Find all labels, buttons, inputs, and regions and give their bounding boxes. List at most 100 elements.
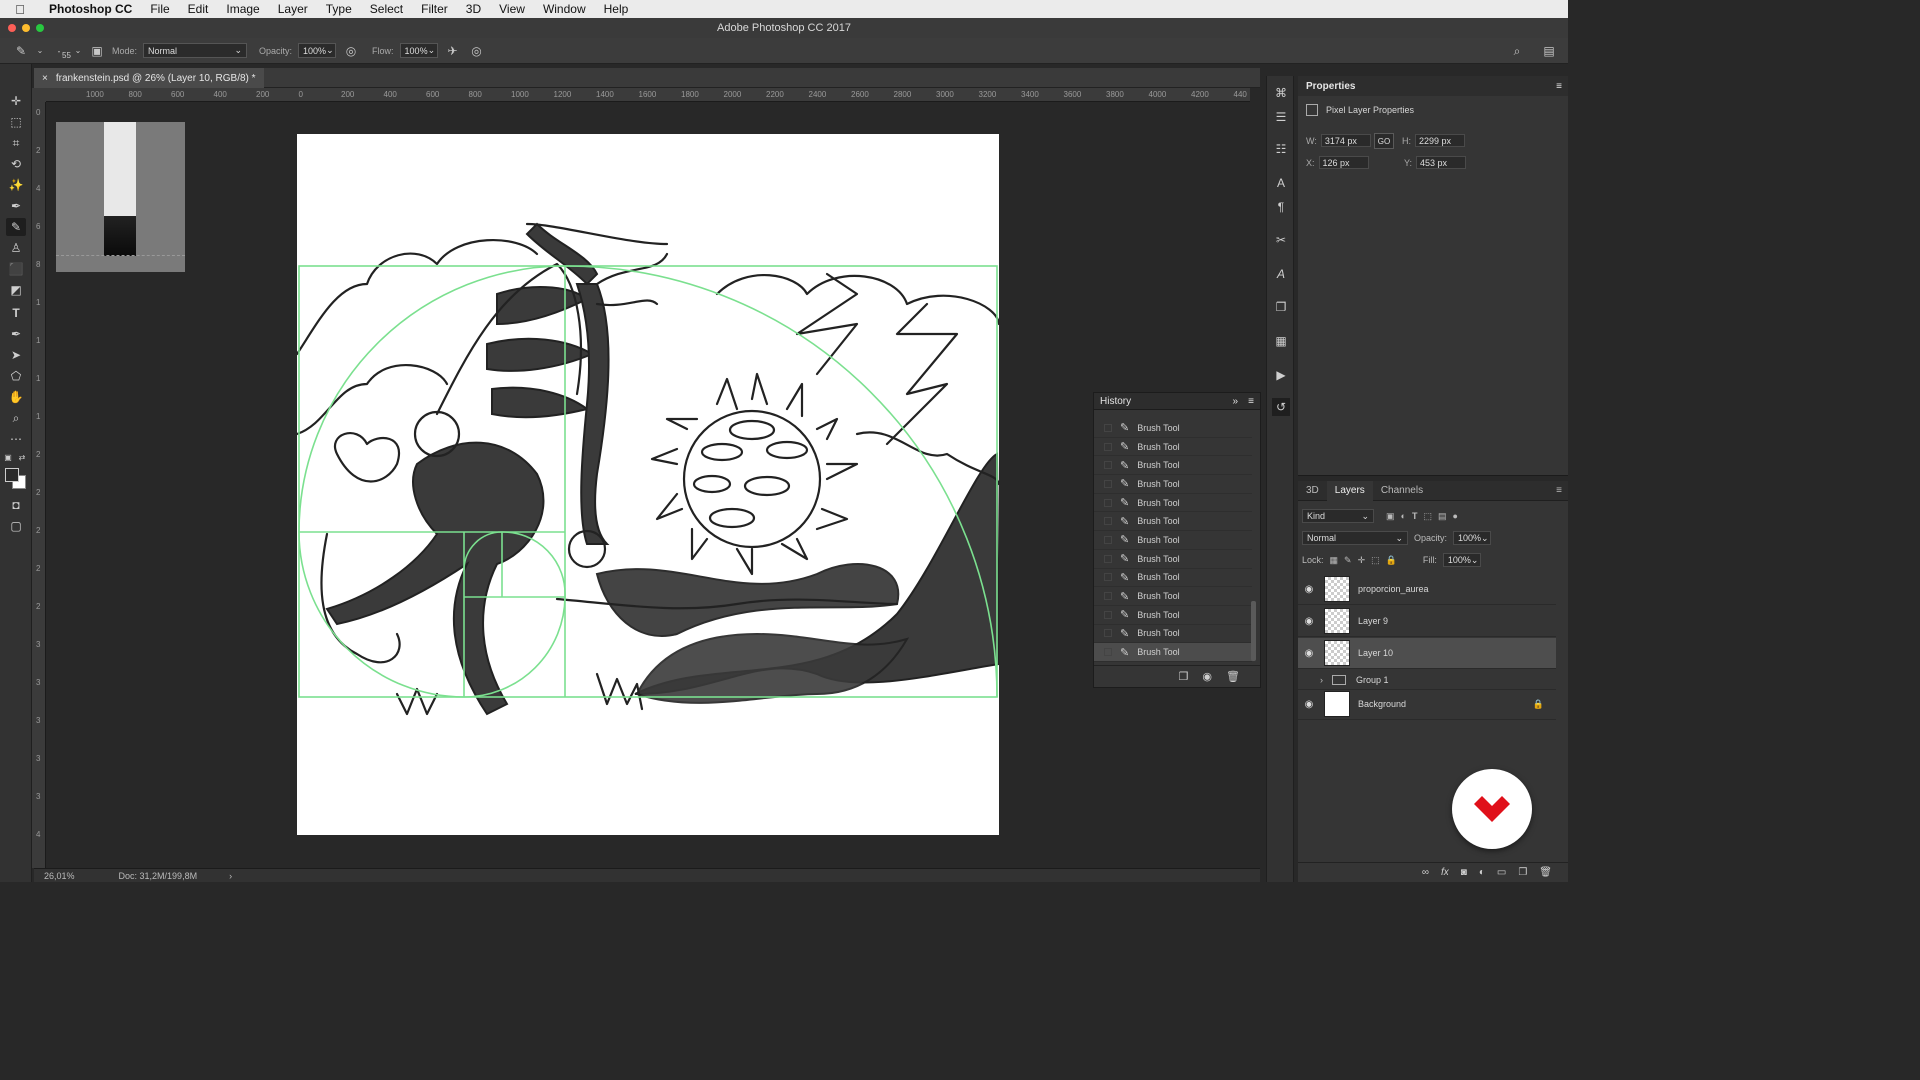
history-source-checkbox[interactable] (1104, 442, 1112, 451)
paint-bucket-tool-icon[interactable]: ◩ (6, 281, 26, 299)
lock-all-icon[interactable]: 🔒 (1386, 555, 1397, 566)
width-input[interactable]: 3174 px (1320, 134, 1371, 147)
mode-select[interactable]: Normal ⌄ (143, 43, 248, 58)
eyedropper-tool-icon[interactable]: ✒ (6, 197, 26, 215)
screen-mode-icon[interactable]: ▢ (6, 517, 26, 535)
eye-icon[interactable]: ◉ (1298, 699, 1320, 710)
tab-layers[interactable]: Layers (1326, 480, 1373, 501)
history-item[interactable]: ✎ Brush Tool (1094, 587, 1252, 606)
history-source-checkbox[interactable] (1104, 629, 1112, 638)
snapshot-camera-icon[interactable]: ◉ (1202, 670, 1212, 683)
menu-image[interactable]: Image (217, 2, 268, 16)
trash-icon[interactable]: 🗑 (1539, 867, 1552, 878)
panel-menu-icon[interactable]: ≡ (1248, 396, 1254, 407)
apple-icon[interactable]:  (0, 2, 40, 17)
menu-file[interactable]: File (141, 2, 178, 16)
adjustments-icon[interactable]: ☰ (1272, 108, 1290, 126)
pen-tool-icon[interactable]: ✒ (6, 325, 26, 343)
history-source-checkbox[interactable] (1104, 648, 1112, 657)
brush-panel-toggle-icon[interactable]: ▣ (88, 42, 106, 60)
chevron-down-icon[interactable]: ⌄ (74, 42, 82, 60)
menu-window[interactable]: Window (534, 2, 595, 16)
filter-pixel-icon[interactable]: ▣ (1386, 511, 1395, 522)
chevron-down-icon[interactable]: ⌄ (36, 42, 44, 60)
collapse-panel-icon[interactable]: » (1232, 396, 1238, 407)
menu-select[interactable]: Select (361, 2, 412, 16)
filter-type-icon[interactable]: T (1412, 511, 1418, 521)
zoom-tool-icon[interactable]: ⌕ (6, 409, 26, 427)
properties-header[interactable]: Properties ≡ (1298, 76, 1568, 96)
marquee-tool-icon[interactable]: ⬚ (6, 113, 26, 131)
new-layer-icon[interactable]: ❐ (1518, 867, 1527, 878)
tab-3d[interactable]: 3D (1298, 481, 1327, 501)
history-source-checkbox[interactable] (1104, 592, 1112, 601)
link-dimensions-button[interactable]: GO (1374, 133, 1394, 149)
swap-colors-icon[interactable]: ⇄ (16, 448, 28, 466)
stamp-tool-icon[interactable]: ♙ (6, 239, 26, 257)
adjustment-layer-icon[interactable]: ◐ (1479, 867, 1485, 878)
flow-field[interactable]: 100% ⌄ (399, 43, 438, 58)
brush-tool-icon[interactable]: ✎ (6, 218, 26, 236)
default-colors-icon[interactable]: ▣ (2, 448, 14, 466)
menu-help[interactable]: Help (595, 2, 638, 16)
zoom-level[interactable]: 26,01% (44, 871, 75, 881)
history-item[interactable]: ✎ Brush Tool (1094, 606, 1252, 625)
artboard[interactable] (297, 134, 999, 835)
history-source-checkbox[interactable] (1104, 423, 1112, 432)
lasso-tool-icon[interactable]: ⟲ (6, 155, 26, 173)
glyphs-icon[interactable]: A (1272, 265, 1290, 283)
history-item[interactable]: ✎ Brush Tool (1094, 531, 1252, 550)
path-selection-tool-icon[interactable]: ➤ (6, 346, 26, 364)
new-document-from-state-icon[interactable]: ❐ (1179, 670, 1189, 683)
filter-toggle-icon[interactable]: ● (1452, 511, 1457, 521)
quick-mask-icon[interactable]: ◘ (6, 496, 26, 514)
history-item[interactable]: ✎ Brush Tool (1094, 456, 1252, 476)
link-layers-icon[interactable]: ∞ (1422, 867, 1429, 878)
layer-row[interactable]: ◉ Background 🔒 (1298, 689, 1556, 720)
crop-tool-icon[interactable]: ⌗ (6, 134, 26, 152)
history-source-checkbox[interactable] (1104, 610, 1112, 619)
canvas-area[interactable] (46, 102, 1250, 868)
menu-type[interactable]: Type (317, 2, 361, 16)
filter-adjustment-icon[interactable]: ◐ (1401, 511, 1406, 521)
brush-preset-icon[interactable]: ✎ (12, 42, 30, 60)
history-source-checkbox[interactable] (1104, 479, 1112, 488)
height-input[interactable]: 2299 px (1415, 134, 1465, 147)
type-tool-icon[interactable]: T (6, 304, 26, 322)
history-item[interactable]: ✎ Brush Tool (1094, 643, 1252, 662)
lock-icon[interactable]: 🔒 (1533, 699, 1544, 710)
menu-filter[interactable]: Filter (412, 2, 457, 16)
new-group-folder-icon[interactable]: ▭ (1497, 867, 1506, 878)
close-window-button[interactable] (8, 24, 16, 32)
tab-channels[interactable]: Channels (1373, 481, 1431, 501)
menu-view[interactable]: View (490, 2, 534, 16)
workspace-icon[interactable]: ▤ (1540, 42, 1558, 60)
chevron-right-icon[interactable]: › (1320, 675, 1332, 685)
document-tab[interactable]: × frankenstein.psd @ 26% (Layer 10, RGB/… (34, 68, 264, 88)
vertical-ruler[interactable]: 0 2 4 6 8 1 1 1 1 2 2 2 2 2 3 3 3 3 3 4 (32, 102, 46, 868)
history-panel-icon[interactable]: ↺ (1272, 398, 1290, 416)
polygon-tool-icon[interactable]: ⬠ (6, 367, 26, 385)
foreground-color-swatch[interactable] (5, 468, 19, 482)
panel-menu-icon[interactable]: ≡ (1556, 81, 1562, 92)
menu-layer[interactable]: Layer (269, 2, 317, 16)
eye-icon[interactable]: ◉ (1298, 616, 1320, 627)
group-row[interactable]: › Group 1 (1298, 670, 1556, 690)
history-source-checkbox[interactable] (1104, 498, 1112, 507)
opacity-field[interactable]: 100% ⌄ (298, 43, 337, 58)
tool-presets-icon[interactable]: ✂ (1272, 231, 1290, 249)
menu-app-name[interactable]: Photoshop CC (40, 2, 141, 16)
x-input[interactable]: 126 px (1318, 156, 1369, 169)
pressure-size-icon[interactable]: ◎ (468, 42, 486, 60)
history-scrollbar[interactable] (1251, 601, 1256, 661)
history-source-checkbox[interactable] (1104, 573, 1112, 582)
brush-settings-icon[interactable]: ⌘ (1272, 84, 1290, 102)
magic-wand-tool-icon[interactable]: ✨ (6, 176, 26, 194)
lock-transparent-icon[interactable]: ▦ (1330, 555, 1339, 566)
airbrush-icon[interactable]: ✈ (444, 42, 462, 60)
character-icon[interactable]: A (1272, 174, 1290, 192)
brand-logo-badge[interactable] (1452, 769, 1532, 849)
history-item[interactable]: ✎ Brush Tool (1094, 569, 1252, 588)
history-source-checkbox[interactable] (1104, 535, 1112, 544)
add-mask-icon[interactable]: ◙ (1461, 867, 1467, 878)
